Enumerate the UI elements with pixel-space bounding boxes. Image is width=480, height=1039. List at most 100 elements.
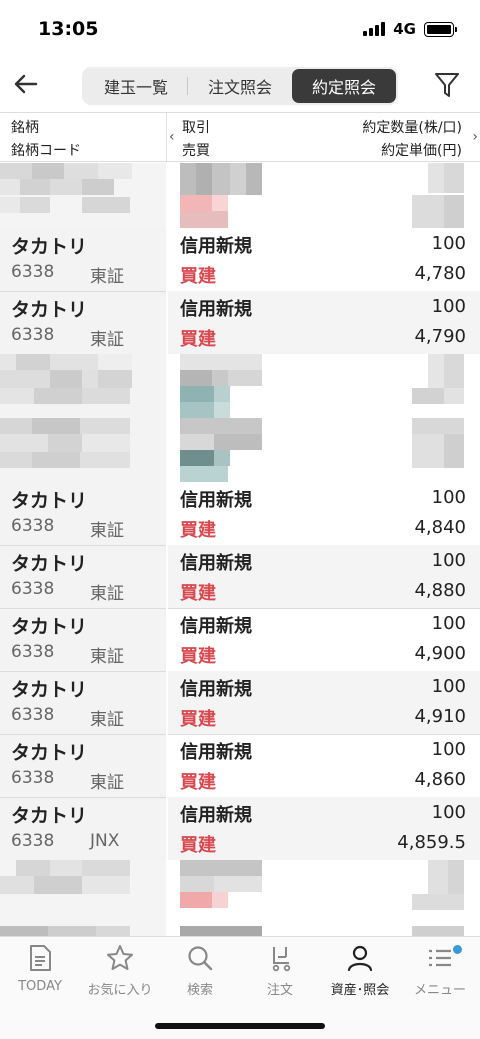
stock-code: 6338 [11, 325, 55, 345]
trade-side: 買建 [180, 266, 216, 287]
document-icon [30, 945, 51, 971]
execution-list: タカトリ 6338 東証 信用新規 買建 100 4,780 タカトリ 6338… [0, 163, 480, 940]
market: JNX [90, 831, 120, 851]
execution-row[interactable]: タカトリ 6338 東証 信用新規 買建 100 4,860 [0, 734, 480, 797]
tab-positions[interactable]: 建玉一覧 [84, 69, 188, 103]
stock-name: タカトリ [11, 236, 88, 258]
stock-code: 6338 [11, 642, 55, 662]
header-name: 銘柄 [11, 120, 39, 136]
trade-side: 買建 [180, 772, 216, 793]
status-time: 13:05 [38, 18, 99, 40]
censored-row [0, 354, 480, 482]
trade-type: 信用新規 [180, 299, 252, 320]
trade-side: 買建 [180, 583, 216, 604]
trade-type: 信用新規 [180, 616, 252, 637]
execution-row[interactable]: タカトリ 6338 東証 信用新規 買建 100 4,880 [0, 545, 480, 608]
chevron-left-icon[interactable]: ‹ [169, 129, 175, 145]
header-qty: 約定数量(株/口) [362, 120, 462, 136]
tab-label: TODAY [18, 979, 62, 994]
exec-price: 4,859.5 [397, 832, 466, 853]
exec-qty: 100 [431, 487, 466, 508]
trade-side: 買建 [180, 835, 216, 856]
market: 東証 [90, 773, 124, 793]
status-indicators: 4G [363, 20, 457, 38]
execution-row[interactable]: タカトリ 6338 東証 信用新規 買建 100 4,790 [0, 291, 480, 354]
tab-menu[interactable]: メニュー [400, 943, 480, 1005]
network-type: 4G [393, 20, 416, 38]
segmented-control: 建玉一覧 注文照会 約定照会 [82, 67, 398, 105]
tab-search[interactable]: 検索 [160, 943, 240, 1005]
exec-qty: 100 [431, 550, 466, 571]
back-arrow-icon[interactable] [10, 68, 42, 100]
exec-qty: 100 [431, 802, 466, 823]
tab-label: 注文 [266, 983, 293, 998]
menu-list-icon [429, 949, 451, 967]
exec-qty: 100 [431, 739, 466, 760]
signal-icon [363, 22, 386, 36]
execution-row[interactable]: タカトリ 6338 東証 信用新規 買建 100 4,780 [0, 228, 480, 291]
tab-orders[interactable]: 注文照会 [188, 69, 292, 103]
status-bar: 13:05 4G [0, 0, 480, 60]
trade-side: 買建 [180, 329, 216, 350]
exec-qty: 100 [431, 233, 466, 254]
execution-row[interactable]: タカトリ 6338 JNX 信用新規 買建 100 4,859.5 [0, 797, 480, 860]
person-icon [347, 945, 373, 972]
home-indicator [155, 1023, 325, 1029]
market: 東証 [90, 330, 124, 350]
stock-name: タカトリ [11, 742, 88, 764]
market: 東証 [90, 647, 124, 667]
execution-row[interactable]: タカトリ 6338 東証 信用新規 買建 100 4,840 [0, 482, 480, 545]
market: 東証 [90, 521, 124, 541]
nav-bar: 建玉一覧 注文照会 約定照会 [0, 62, 480, 110]
stock-code: 6338 [11, 831, 55, 851]
stock-code: 6338 [11, 516, 55, 536]
filter-icon[interactable] [434, 71, 460, 99]
tab-today[interactable]: TODAY [0, 943, 80, 1005]
notification-dot [453, 945, 462, 954]
execution-row[interactable]: タカトリ 6338 東証 信用新規 買建 100 4,900 [0, 608, 480, 671]
market: 東証 [90, 584, 124, 604]
market: 東証 [90, 267, 124, 287]
trade-type: 信用新規 [180, 679, 252, 700]
bottom-tab-bar: TODAY お気に入り 検索 注文 資産･照会 メニュー [0, 936, 480, 1039]
tab-label: 資産･照会 [330, 983, 390, 998]
stock-code: 6338 [11, 579, 55, 599]
header-side: 売買 [182, 143, 210, 159]
header-code: 銘柄コード [11, 143, 81, 159]
trade-type: 信用新規 [180, 742, 252, 763]
trade-type: 信用新規 [180, 805, 252, 826]
trade-side: 買建 [180, 646, 216, 667]
header-divider [166, 113, 167, 163]
trade-side: 買建 [180, 520, 216, 541]
tab-assets[interactable]: 資産･照会 [320, 943, 400, 1005]
trade-side: 買建 [180, 709, 216, 730]
tab-order[interactable]: 注文 [240, 943, 320, 1005]
exec-qty: 100 [431, 676, 466, 697]
exec-price: 4,780 [414, 263, 466, 284]
tab-executions[interactable]: 約定照会 [292, 69, 396, 103]
trade-type: 信用新規 [180, 490, 252, 511]
stock-name: タカトリ [11, 490, 88, 512]
exec-price: 4,910 [414, 706, 466, 727]
stock-name: タカトリ [11, 616, 88, 638]
exec-price: 4,790 [414, 326, 466, 347]
trade-type: 信用新規 [180, 553, 252, 574]
exec-price: 4,860 [414, 769, 466, 790]
stock-code: 6338 [11, 705, 55, 725]
stock-name: タカトリ [11, 805, 88, 827]
exec-qty: 100 [431, 613, 466, 634]
market: 東証 [90, 710, 124, 730]
stock-name: タカトリ [11, 553, 88, 575]
tab-label: お気に入り [87, 983, 153, 998]
censored-row [0, 163, 480, 228]
chevron-right-icon[interactable]: › [472, 129, 478, 145]
search-icon [188, 946, 213, 971]
execution-row[interactable]: タカトリ 6338 東証 信用新規 買建 100 4,910 [0, 671, 480, 734]
tab-favorites[interactable]: お気に入り [80, 943, 160, 1005]
censored-row [0, 860, 480, 940]
exec-price: 4,880 [414, 580, 466, 601]
column-header: 銘柄 銘柄コード ‹ 取引 売買 約定数量(株/口) 約定単価(円) › [0, 112, 480, 163]
stock-name: タカトリ [11, 679, 88, 701]
stock-code: 6338 [11, 768, 55, 788]
header-trade: 取引 [182, 120, 210, 136]
